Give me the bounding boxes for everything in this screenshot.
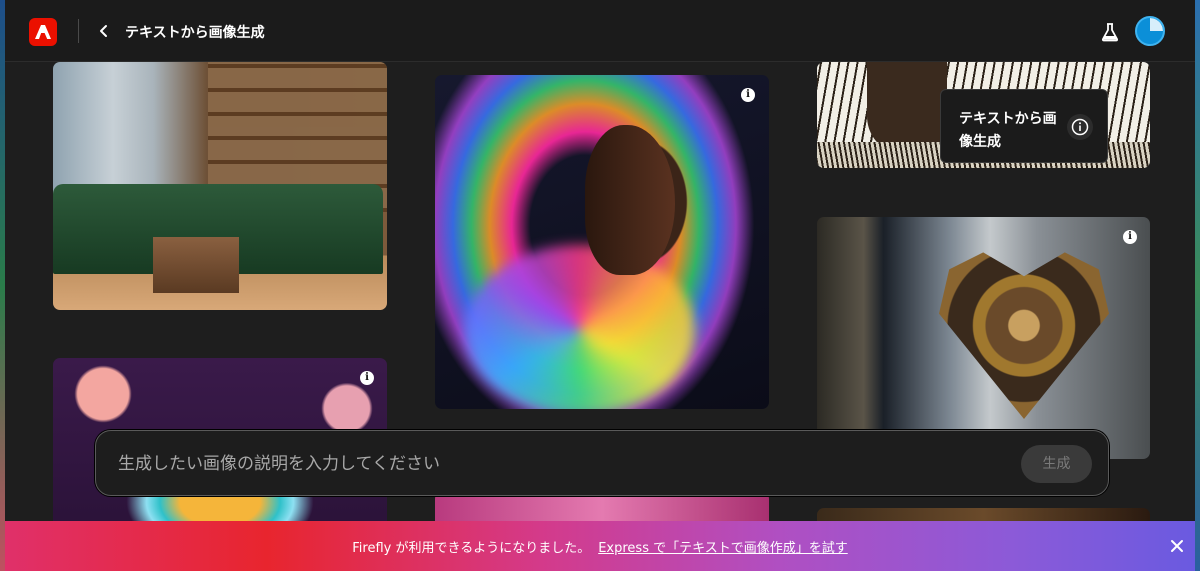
flask-icon[interactable] [1099, 21, 1121, 43]
info-icon[interactable]: i [741, 88, 755, 102]
desktop-edge-right [1195, 0, 1200, 571]
deer-shape [867, 62, 947, 152]
user-avatar[interactable] [1135, 16, 1165, 46]
info-icon [1071, 118, 1089, 136]
gallery-image-living-room[interactable] [53, 62, 387, 310]
prompt-bar: 生成 [95, 430, 1109, 496]
gallery-image-cherry-blossom[interactable] [435, 492, 769, 521]
tooltip-info-button[interactable] [1067, 114, 1093, 140]
app-header: テキストから画像生成 [5, 0, 1195, 62]
page-title: テキストから画像生成 [125, 25, 265, 41]
text-to-image-tooltip: テキストから画像生成 [940, 89, 1108, 163]
close-icon[interactable] [1167, 536, 1187, 556]
back-button[interactable] [93, 20, 115, 42]
gallery-image-rainbow-portrait[interactable]: i [435, 75, 769, 409]
announcement-banner: Firefly が利用できるようになりました。 Express で「テキストで画像… [5, 521, 1195, 571]
header-divider [78, 19, 79, 43]
tooltip-text: テキストから画像生成 [959, 111, 1057, 150]
banner-text: Firefly が利用できるようになりました。 Express で「テキストで画像… [5, 537, 1195, 556]
chevron-left-icon [100, 25, 107, 37]
banner-link[interactable]: Express で「テキストで画像作成」を試す [598, 541, 848, 556]
banner-message: Firefly が利用できるようになりました。 [352, 541, 591, 556]
generate-button[interactable]: 生成 [1021, 445, 1092, 483]
info-icon[interactable]: i [1123, 230, 1137, 244]
prompt-input[interactable] [118, 449, 998, 479]
adobe-logo-icon[interactable] [29, 18, 57, 46]
gallery-image-steampunk-heart[interactable]: i [817, 217, 1150, 459]
info-icon[interactable]: i [360, 371, 374, 385]
portrait-face-shape [585, 125, 675, 275]
rainbow-swirl-shape [465, 245, 695, 409]
gallery-image-partial[interactable] [817, 508, 1150, 521]
coffee-table-shape [153, 237, 239, 293]
mechanical-heart-shape [939, 252, 1109, 419]
